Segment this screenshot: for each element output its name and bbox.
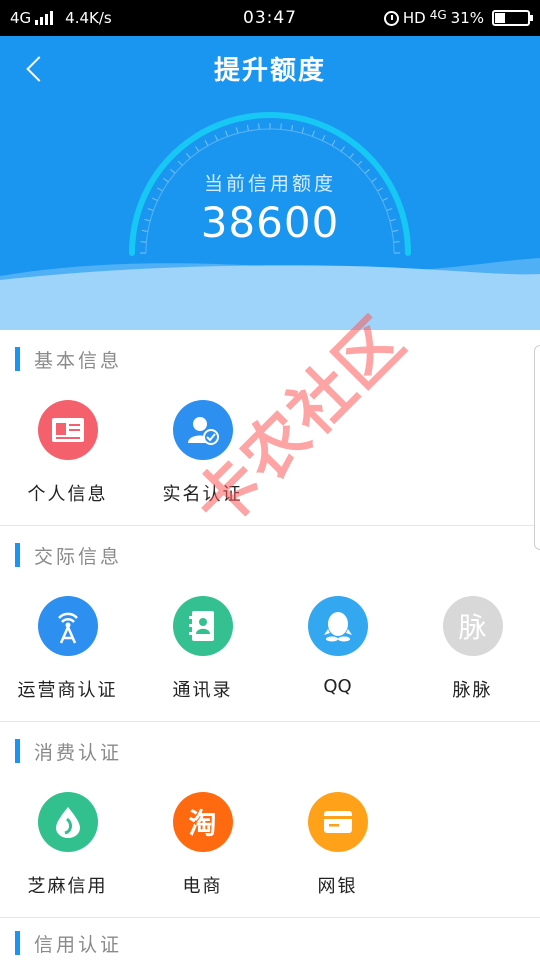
item-maimai[interactable]: 脉 脉脉 xyxy=(405,596,540,702)
section-accent-bar xyxy=(15,739,20,763)
gauge-tick xyxy=(225,130,229,137)
page-title: 提升额度 xyxy=(213,56,326,86)
item-label: 电商 xyxy=(182,876,223,897)
clock: 03:47 xyxy=(243,8,297,28)
section-title: 信用认证 xyxy=(34,933,123,956)
item-label: 脉脉 xyxy=(452,680,493,701)
gauge-tick xyxy=(340,146,345,152)
auth-content: 基本信息 个人信息 实名认证 交际信息 运营商认证 通讯录 QQ 脉 脉脉 消费… xyxy=(0,330,540,960)
section-title: 交际信息 xyxy=(34,545,123,568)
gauge-tick xyxy=(291,124,294,131)
signal-tower-icon xyxy=(37,596,98,656)
gauge-tick xyxy=(301,127,305,134)
network-speed: 4.4K/s xyxy=(65,9,112,27)
section-social-info: 交际信息 运营商认证 通讯录 QQ 脉 脉脉 xyxy=(0,526,540,721)
section-title: 消费认证 xyxy=(34,741,123,764)
credit-value: 38600 xyxy=(200,198,340,247)
item-real-name[interactable]: 实名认证 xyxy=(135,400,270,506)
section-accent-bar xyxy=(15,347,20,371)
section-credit-auth: 信用认证 xyxy=(0,918,540,960)
wave-decoration xyxy=(0,258,540,330)
contacts-book-icon xyxy=(172,596,233,656)
maimai-icon: 脉 xyxy=(442,596,503,656)
item-label: 通讯录 xyxy=(172,680,233,701)
item-label: 个人信息 xyxy=(27,484,108,505)
item-qq[interactable]: QQ xyxy=(270,596,405,697)
gauge-tick xyxy=(311,130,315,137)
gauge-tick xyxy=(246,124,249,131)
item-ecommerce[interactable]: 淘 电商 xyxy=(135,792,270,898)
item-carrier-auth[interactable]: 运营商认证 xyxy=(0,596,135,702)
gauge-tick xyxy=(204,140,209,146)
gauge-tick xyxy=(331,140,336,146)
status-bar: 4G 4.4K/s 03:47 HD 4G 31% xyxy=(0,0,540,36)
section-accent-bar xyxy=(15,543,20,567)
section-header: 信用认证 xyxy=(0,914,540,960)
credit-header: 提升额度 当前信用额度 38600 xyxy=(0,36,540,330)
gauge-tick xyxy=(357,160,363,166)
user-verified-icon xyxy=(172,400,233,460)
gauge-tick xyxy=(258,123,260,130)
network-type-right: 4G xyxy=(429,8,447,22)
sesame-icon xyxy=(37,792,98,852)
qq-icon xyxy=(307,596,368,656)
gauge-tick xyxy=(235,127,239,134)
gauge-tick xyxy=(177,160,183,166)
gauge-tick xyxy=(195,146,200,152)
id-card-icon xyxy=(37,400,98,460)
battery-percent: 31% xyxy=(450,9,484,27)
item-online-banking[interactable]: 网银 xyxy=(270,792,405,898)
item-label: 芝麻信用 xyxy=(27,876,108,897)
item-label: 实名认证 xyxy=(162,484,243,505)
section-header: 基本信息 xyxy=(0,330,540,388)
taobao-icon: 淘 xyxy=(172,792,233,852)
item-contacts[interactable]: 通讯录 xyxy=(135,596,270,702)
gauge-tick xyxy=(280,123,282,130)
section-consumption-auth: 消费认证 芝麻信用 淘 电商 网银 xyxy=(0,722,540,917)
item-sesame-credit[interactable]: 芝麻信用 xyxy=(0,792,135,898)
hd-indicator: HD xyxy=(402,9,426,27)
credit-label: 当前信用额度 xyxy=(203,173,336,195)
gauge-tick xyxy=(321,134,326,141)
section-header: 交际信息 xyxy=(0,526,540,584)
item-label: 网银 xyxy=(317,876,358,897)
bank-card-icon xyxy=(307,792,368,852)
gauge-tick xyxy=(349,153,354,159)
section-accent-bar xyxy=(15,931,20,955)
item-label: QQ xyxy=(323,676,352,697)
section-header: 消费认证 xyxy=(0,722,540,780)
signal-icon xyxy=(35,11,54,25)
section-basic-info: 基本信息 个人信息 实名认证 xyxy=(0,330,540,525)
item-personal-info[interactable]: 个人信息 xyxy=(0,400,135,506)
alarm-icon xyxy=(383,10,399,26)
section-title: 基本信息 xyxy=(34,349,123,372)
floating-side-tab[interactable] xyxy=(534,345,540,550)
network-type: 4G xyxy=(10,9,32,27)
gauge-tick xyxy=(214,134,219,141)
battery-icon xyxy=(492,10,533,26)
gauge-tick xyxy=(186,153,191,159)
item-label: 运营商认证 xyxy=(17,680,118,701)
